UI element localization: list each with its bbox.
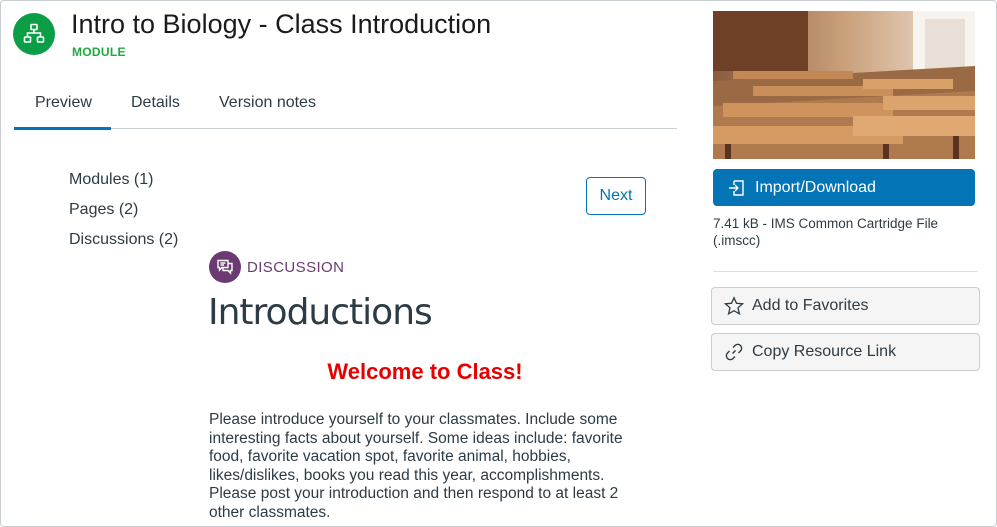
tab-details[interactable]: Details: [131, 94, 180, 112]
content-title: Introductions: [208, 292, 433, 333]
link-icon: [725, 343, 743, 361]
discussion-icon: [209, 251, 241, 283]
next-button[interactable]: Next: [586, 177, 646, 215]
copy-resource-link-label: Copy Resource Link: [752, 343, 897, 360]
add-to-favorites-label: Add to Favorites: [752, 297, 869, 314]
module-icon: [13, 13, 55, 55]
nav-item-discussions[interactable]: Discussions (2): [69, 231, 178, 249]
tab-version-notes[interactable]: Version notes: [219, 94, 316, 112]
page-title: Intro to Biology - Class Introduction: [71, 9, 492, 39]
content-type-label: DISCUSSION: [247, 259, 345, 276]
tab-preview[interactable]: Preview: [35, 94, 92, 112]
nav-item-modules[interactable]: Modules (1): [69, 171, 153, 189]
nav-item-pages[interactable]: Pages (2): [69, 201, 138, 219]
resource-preview-panel: Intro to Biology - Class Introduction MO…: [0, 0, 997, 527]
import-download-label: Import/Download: [755, 178, 876, 196]
welcome-heading: Welcome to Class!: [327, 359, 523, 384]
active-tab-indicator: [14, 127, 111, 130]
star-icon: [724, 296, 744, 316]
sidebar-divider: [713, 271, 978, 272]
import-download-button[interactable]: Import/Download: [713, 169, 975, 206]
resource-thumbnail: [713, 11, 975, 159]
add-to-favorites-button[interactable]: Add to Favorites: [711, 287, 980, 325]
copy-resource-link-button[interactable]: Copy Resource Link: [711, 333, 980, 371]
content-body: Please introduce yourself to your classm…: [209, 411, 623, 521]
file-info: 7.41 kB - IMS Common Cartridge File (.im…: [713, 216, 939, 248]
resource-type-label: MODULE: [72, 45, 126, 59]
tab-bar: Preview Details Version notes: [14, 83, 677, 130]
import-icon: [729, 179, 744, 196]
